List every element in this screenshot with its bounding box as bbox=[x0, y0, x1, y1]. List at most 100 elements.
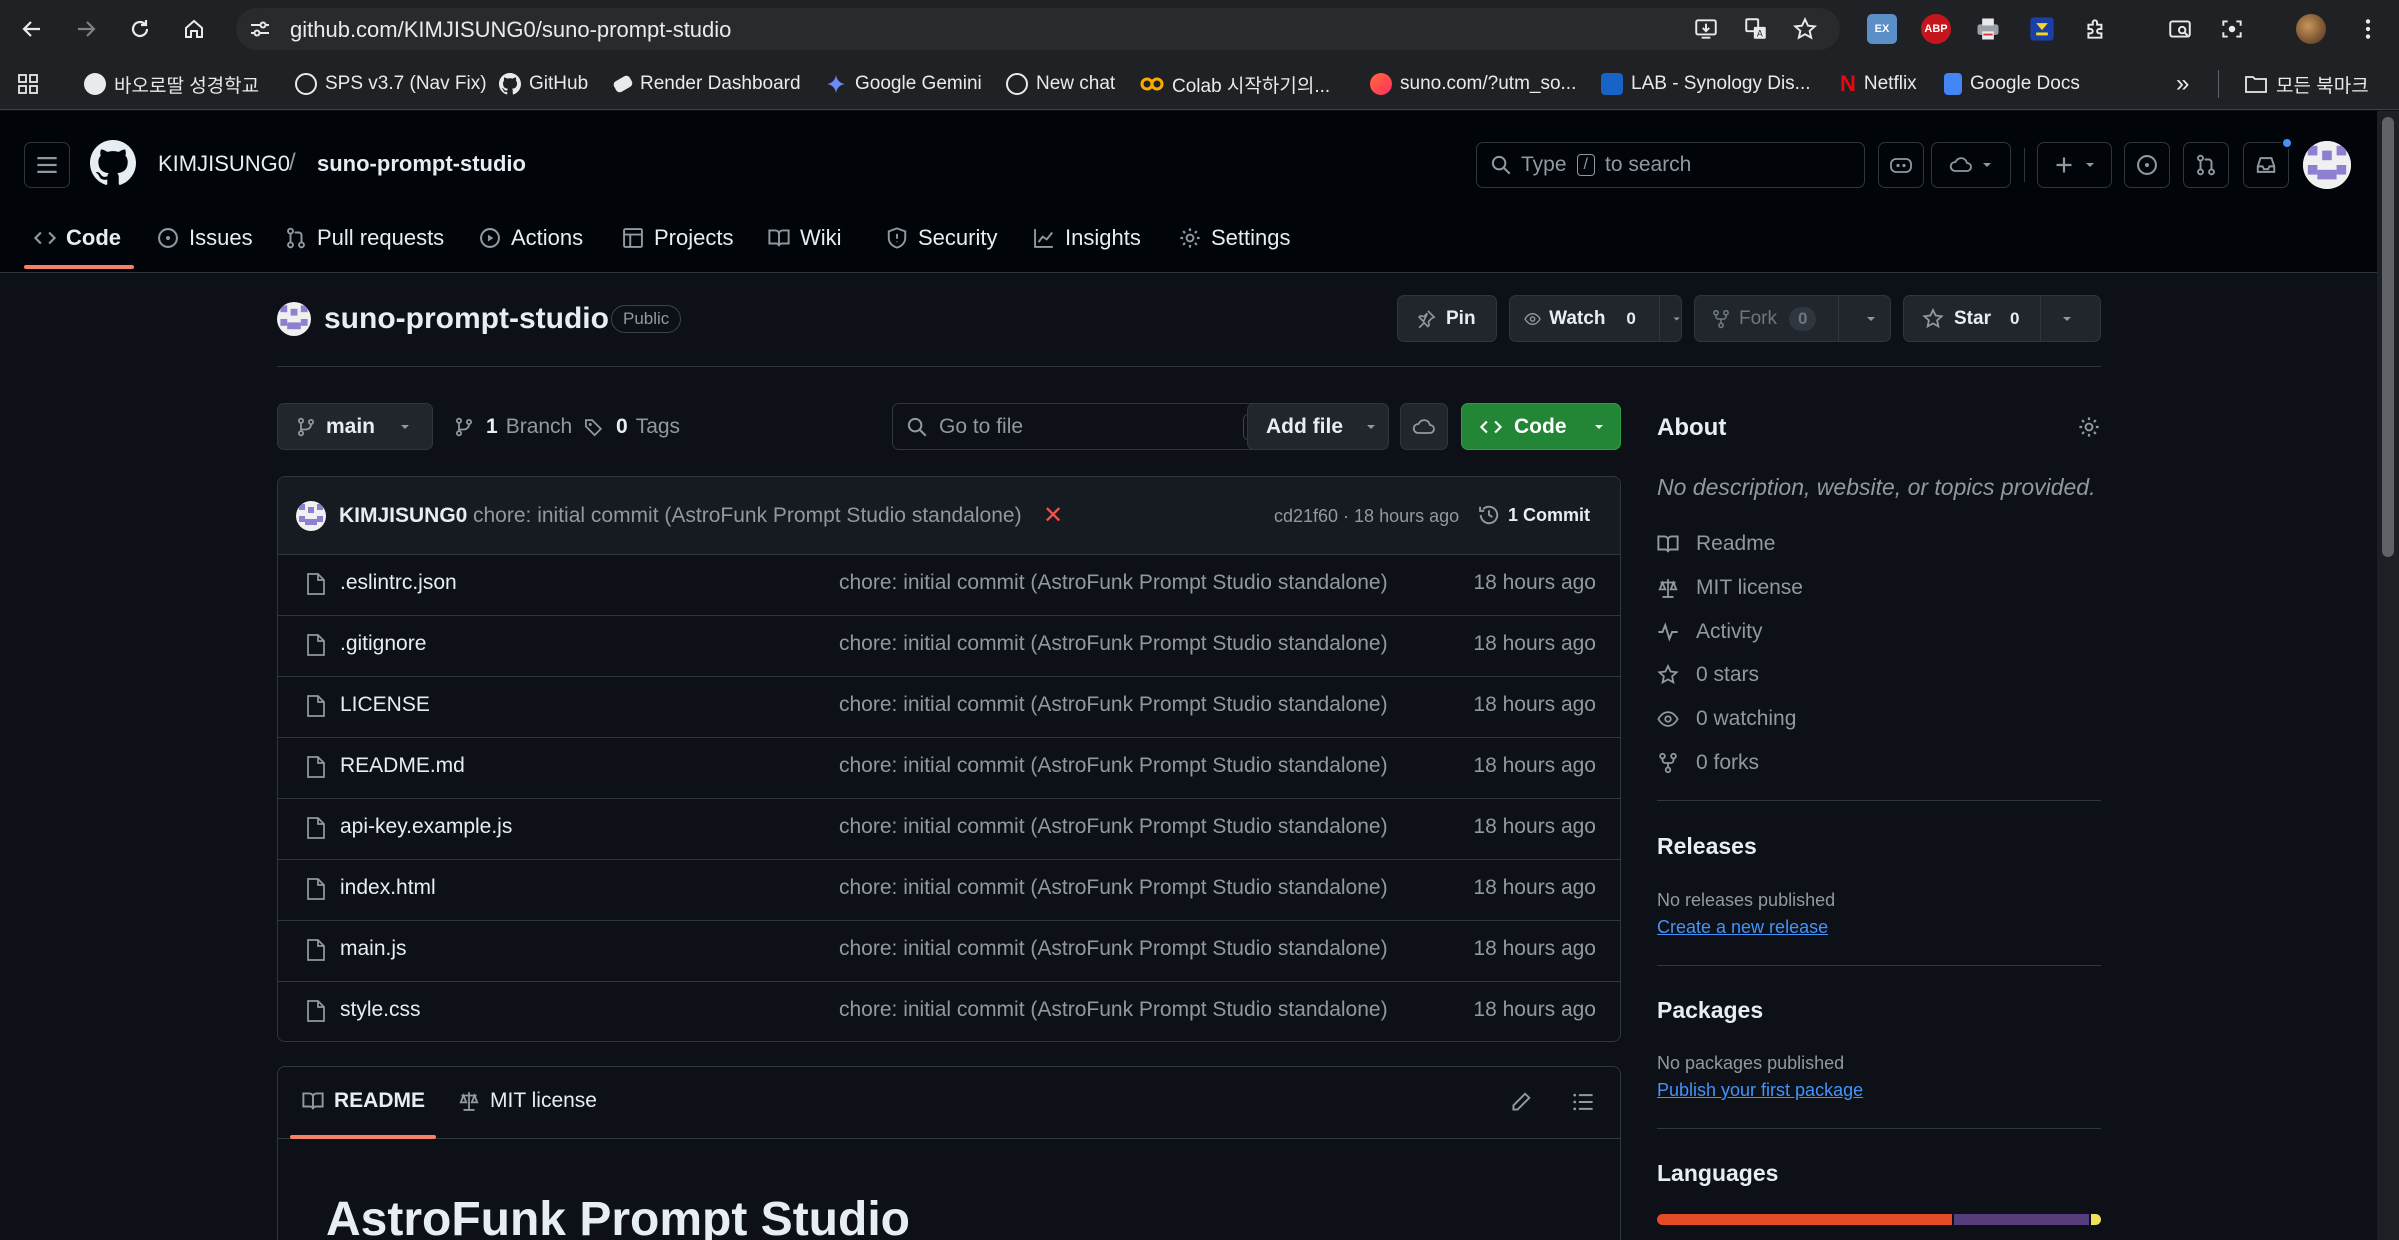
branch-selector[interactable]: main bbox=[277, 403, 433, 450]
file-commit-message[interactable]: chore: initial commit (AstroFunk Prompt … bbox=[839, 693, 1388, 717]
tab-readme[interactable]: README bbox=[302, 1089, 425, 1113]
file-name[interactable]: .eslintrc.json bbox=[340, 571, 457, 595]
back-button[interactable] bbox=[12, 9, 52, 49]
repo-link[interactable]: suno-prompt-studio bbox=[317, 151, 526, 177]
create-release-link[interactable]: Create a new release bbox=[1657, 917, 1828, 938]
file-commit-message[interactable]: chore: initial commit (AstroFunk Prompt … bbox=[839, 937, 1388, 961]
about-link-readme[interactable]: Readme bbox=[1657, 527, 1775, 561]
tags-link[interactable]: 0 Tags bbox=[584, 415, 680, 439]
file-commit-message[interactable]: chore: initial commit (AstroFunk Prompt … bbox=[839, 815, 1388, 839]
file-row[interactable]: LICENSE chore: initial commit (AstroFunk … bbox=[278, 677, 1620, 738]
search-tabs-icon[interactable] bbox=[2167, 16, 2193, 42]
hamburger-menu-button[interactable] bbox=[24, 142, 70, 188]
commit-author-avatar[interactable] bbox=[296, 501, 326, 531]
profile-avatar[interactable] bbox=[2296, 14, 2326, 44]
file-name[interactable]: style.css bbox=[340, 998, 421, 1022]
bookmark-star-icon[interactable] bbox=[1792, 16, 1818, 42]
file-commit-message[interactable]: chore: initial commit (AstroFunk Prompt … bbox=[839, 876, 1388, 900]
file-commit-message[interactable]: chore: initial commit (AstroFunk Prompt … bbox=[839, 632, 1388, 656]
install-app-icon[interactable] bbox=[1693, 16, 1719, 42]
browser-menu-icon[interactable] bbox=[2355, 16, 2381, 42]
reload-button[interactable] bbox=[120, 9, 160, 49]
tab-pull-requests[interactable]: Pull requests bbox=[285, 216, 444, 260]
fork-button[interactable]: Fork 0 bbox=[1694, 295, 1891, 342]
packages-title[interactable]: Packages bbox=[1657, 997, 1763, 1024]
copilot-menu-button[interactable] bbox=[1931, 142, 2011, 188]
bookmark-item[interactable]: N Netflix bbox=[1840, 68, 1917, 100]
all-bookmarks-folder[interactable]: 모든 북마크 bbox=[2244, 68, 2369, 100]
repo-title[interactable]: suno-prompt-studio bbox=[324, 302, 609, 336]
tab-insights[interactable]: Insights bbox=[1033, 216, 1141, 260]
tab-settings[interactable]: Settings bbox=[1179, 216, 1291, 260]
file-row[interactable]: style.css chore: initial commit (AstroFun… bbox=[278, 982, 1620, 1041]
extensions-puzzle-icon[interactable] bbox=[2083, 16, 2109, 42]
file-row[interactable]: .gitignore chore: initial commit (AstroFu… bbox=[278, 616, 1620, 677]
bookmark-item[interactable]: Google Gemini bbox=[825, 68, 982, 100]
lens-icon[interactable] bbox=[2219, 16, 2245, 42]
pin-button[interactable]: Pin bbox=[1397, 295, 1497, 342]
site-info-icon[interactable] bbox=[248, 17, 272, 41]
bookmark-item[interactable]: suno.com/?utm_so... bbox=[1370, 68, 1576, 100]
tab-wiki[interactable]: Wiki bbox=[768, 216, 842, 260]
tab-projects[interactable]: Projects bbox=[622, 216, 733, 260]
file-row[interactable]: main.js chore: initial commit (AstroFunk … bbox=[278, 921, 1620, 982]
file-name[interactable]: .gitignore bbox=[340, 632, 426, 656]
releases-title[interactable]: Releases bbox=[1657, 833, 1757, 860]
about-link-watching[interactable]: 0 watching bbox=[1657, 702, 1796, 736]
file-commit-message[interactable]: chore: initial commit (AstroFunk Prompt … bbox=[839, 754, 1388, 778]
bookmark-item[interactable]: SPS v3.7 (Nav Fix) bbox=[295, 68, 487, 100]
about-settings-gear-icon[interactable] bbox=[2078, 416, 2100, 438]
commit-hash-time[interactable]: cd21f60 · 18 hours ago bbox=[1274, 506, 1459, 527]
publish-package-link[interactable]: Publish your first package bbox=[1657, 1080, 1863, 1101]
commits-history-link[interactable]: 1 Commit bbox=[1478, 504, 1590, 526]
branches-link[interactable]: 1 Branch bbox=[454, 415, 572, 439]
commit-message[interactable]: chore: initial commit (AstroFunk Prompt … bbox=[473, 504, 1022, 528]
commit-author[interactable]: KIMJISUNG0 bbox=[339, 504, 467, 528]
tab-code[interactable]: Code bbox=[34, 216, 121, 260]
bookmark-item[interactable]: 바오로딸 성경학교 bbox=[84, 68, 259, 100]
about-link-activity[interactable]: Activity bbox=[1657, 615, 1763, 649]
file-commit-message[interactable]: chore: initial commit (AstroFunk Prompt … bbox=[839, 571, 1388, 595]
go-to-file-input[interactable]: Go to file t bbox=[892, 403, 1276, 450]
inbox-button[interactable] bbox=[2243, 142, 2289, 188]
bookmark-item[interactable]: Render Dashboard bbox=[612, 68, 801, 100]
extension-adblock-icon[interactable]: ABP bbox=[1921, 14, 1951, 44]
home-button[interactable] bbox=[174, 9, 214, 49]
translate-icon[interactable]: A bbox=[1743, 16, 1769, 42]
file-name[interactable]: LICENSE bbox=[340, 693, 430, 717]
extension-printer-icon[interactable] bbox=[1974, 15, 2002, 43]
file-row[interactable]: .eslintrc.json chore: initial commit (Ast… bbox=[278, 555, 1620, 616]
extension-download-icon[interactable] bbox=[2028, 15, 2056, 43]
forward-button[interactable] bbox=[66, 9, 106, 49]
file-row[interactable]: README.md chore: initial commit (AstroFun… bbox=[278, 738, 1620, 799]
watch-button[interactable]: Watch 0 bbox=[1509, 295, 1682, 342]
bookmark-item[interactable]: New chat bbox=[1006, 68, 1115, 100]
search-input[interactable]: Type / to search bbox=[1476, 142, 1865, 188]
apps-grid-icon[interactable] bbox=[16, 72, 40, 96]
about-link-license[interactable]: MIT license bbox=[1657, 571, 1803, 605]
commit-status-failed-icon[interactable]: ✕ bbox=[1043, 501, 1063, 530]
codespaces-button[interactable] bbox=[1400, 403, 1448, 450]
add-file-button[interactable]: Add file bbox=[1247, 403, 1389, 450]
github-logo[interactable] bbox=[90, 140, 136, 186]
bookmark-item[interactable]: LAB - Synology Dis... bbox=[1601, 68, 1811, 100]
owner-link[interactable]: KIMJISUNG0 bbox=[158, 151, 290, 177]
extension-ex-icon[interactable]: EX bbox=[1867, 14, 1897, 44]
bookmark-item[interactable]: Colab 시작하기의... bbox=[1140, 68, 1330, 100]
scrollbar-thumb[interactable] bbox=[2382, 117, 2394, 557]
file-name[interactable]: main.js bbox=[340, 937, 407, 961]
bookmark-item[interactable]: GitHub bbox=[499, 68, 588, 100]
user-avatar[interactable] bbox=[2303, 141, 2351, 189]
about-link-forks[interactable]: 0 forks bbox=[1657, 746, 1759, 780]
issues-button[interactable] bbox=[2124, 142, 2170, 188]
file-name[interactable]: index.html bbox=[340, 876, 436, 900]
edit-readme-icon[interactable] bbox=[1510, 1091, 1532, 1113]
create-new-button[interactable] bbox=[2037, 142, 2112, 188]
about-link-stars[interactable]: 0 stars bbox=[1657, 658, 1759, 692]
tab-actions[interactable]: Actions bbox=[479, 216, 583, 260]
repo-owner-avatar[interactable] bbox=[277, 302, 311, 336]
tab-issues[interactable]: Issues bbox=[157, 216, 253, 260]
outline-list-icon[interactable] bbox=[1572, 1091, 1594, 1113]
star-button[interactable]: Star 0 bbox=[1903, 295, 2101, 342]
code-download-button[interactable]: Code bbox=[1461, 403, 1621, 450]
